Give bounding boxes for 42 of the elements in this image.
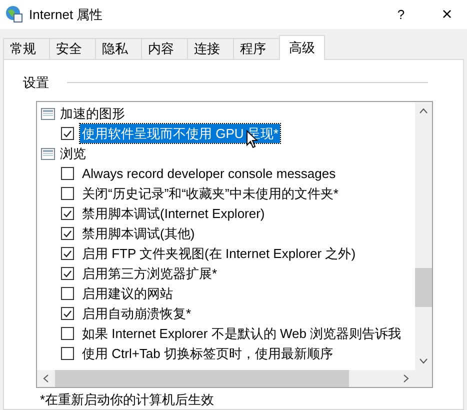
check-icon — [63, 210, 72, 218]
group-label[interactable]: 浏览 — [60, 144, 86, 164]
checkbox[interactable] — [61, 307, 74, 320]
option-label[interactable]: 启用 FTP 文件夹视图(在 Internet Explorer 之外) — [80, 244, 358, 264]
checkbox[interactable] — [61, 227, 74, 240]
option-label[interactable]: 禁用脚本调试(Internet Explorer) — [80, 204, 267, 224]
globe-icon — [5, 5, 23, 24]
scroll-thumb[interactable] — [55, 370, 349, 386]
tab[interactable]: 高级 — [279, 34, 325, 60]
checkbox[interactable] — [61, 127, 74, 140]
option-label[interactable]: 启用建议的网站 — [80, 284, 175, 304]
window-title: Internet 属性 — [29, 6, 103, 24]
folder-icon — [41, 148, 55, 160]
option-label[interactable]: 使用 Ctrl+Tab 切换标签页时，使用最新顺序 — [80, 344, 335, 364]
checkbox[interactable] — [61, 207, 74, 220]
scroll-thumb[interactable] — [415, 268, 432, 306]
option-label[interactable]: 启用第三方浏览器扩展* — [80, 264, 220, 284]
help-button[interactable]: ? — [386, 1, 416, 28]
checkbox[interactable] — [61, 167, 74, 180]
check-icon — [63, 270, 72, 278]
checkbox[interactable] — [61, 327, 74, 340]
section-title: 设置 — [23, 74, 49, 92]
close-button[interactable]: × — [432, 1, 462, 28]
option-label[interactable]: 如果 Internet Explorer 不是默认的 Web 浏览器则告诉我 — [80, 324, 404, 344]
folder-icon — [41, 108, 55, 120]
check-icon — [63, 130, 72, 138]
check-icon — [63, 230, 72, 238]
check-icon — [63, 310, 72, 318]
group-label[interactable]: 加速的图形 — [60, 104, 125, 124]
option-label[interactable]: Always record developer console messages — [80, 164, 338, 184]
footnote: *在重新启动你的计算机后生效 — [40, 390, 216, 408]
option-label[interactable]: 关闭“历史记录”和“收藏夹”中未使用的文件夹* — [80, 184, 340, 204]
checkbox[interactable] — [61, 347, 74, 360]
checkbox[interactable] — [61, 247, 74, 260]
checkbox[interactable] — [61, 267, 74, 280]
option-label[interactable]: 禁用脚本调试(其他) — [80, 224, 197, 244]
vertical-scrollbar[interactable] — [415, 102, 432, 370]
check-icon — [63, 250, 72, 258]
horizontal-scrollbar[interactable] — [37, 370, 432, 386]
option-label[interactable]: 启用自动崩溃恢复* — [80, 304, 194, 324]
checkbox[interactable] — [61, 187, 74, 200]
checkbox[interactable] — [61, 287, 74, 300]
